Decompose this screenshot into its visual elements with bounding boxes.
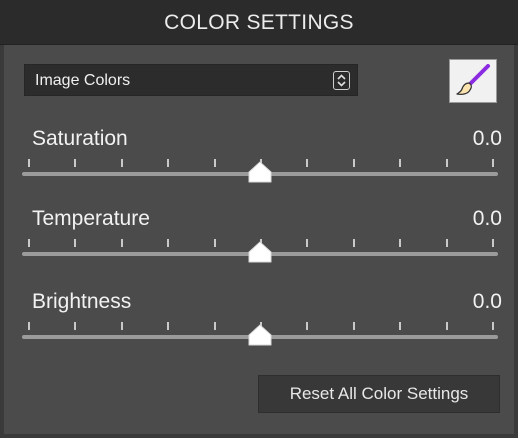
slider-tick [446, 159, 448, 167]
slider-tick [399, 239, 401, 247]
brightness-value: 0.0 [472, 290, 502, 313]
slider-tick [353, 322, 355, 330]
slider-tick [28, 322, 30, 330]
saturation-value: 0.0 [472, 127, 502, 150]
slider-tick [28, 239, 30, 247]
slider-tick [446, 239, 448, 247]
slider-tick [214, 159, 216, 167]
brightness-slider-row: Brightness 0.0 [4, 290, 514, 356]
slider-tick [353, 159, 355, 167]
slider-tick [353, 239, 355, 247]
slider-tick [399, 159, 401, 167]
slider-tick [306, 322, 308, 330]
brightness-slider-thumb[interactable] [247, 324, 273, 346]
saturation-label: Saturation [32, 127, 128, 150]
brush-icon [456, 64, 490, 96]
up-down-chevron-icon [333, 71, 350, 90]
panel-title: COLOR SETTINGS [0, 0, 518, 45]
slider-tick [214, 322, 216, 330]
slider-tick [399, 322, 401, 330]
slider-tick [492, 159, 494, 167]
slider-tick [74, 239, 76, 247]
temperature-value: 0.0 [472, 207, 502, 230]
brightness-label: Brightness [32, 290, 132, 313]
slider-tick [121, 239, 123, 247]
slider-tick [74, 159, 76, 167]
slider-tick [28, 159, 30, 167]
temperature-slider-thumb[interactable] [247, 241, 273, 263]
slider-tick [492, 239, 494, 247]
color-picker-button[interactable] [449, 59, 497, 103]
saturation-slider-thumb[interactable] [247, 161, 273, 183]
slider-tick [121, 322, 123, 330]
slider-tick [492, 322, 494, 330]
slider-tick [306, 239, 308, 247]
slider-tick [214, 239, 216, 247]
saturation-slider-row: Saturation 0.0 [4, 127, 514, 193]
temperature-label: Temperature [32, 207, 150, 230]
slider-tick [121, 159, 123, 167]
slider-tick [306, 159, 308, 167]
slider-tick [446, 322, 448, 330]
image-colors-select[interactable]: Image Colors [24, 64, 358, 96]
slider-tick [74, 322, 76, 330]
temperature-slider-row: Temperature 0.0 [4, 207, 514, 273]
slider-tick [167, 159, 169, 167]
slider-tick [167, 239, 169, 247]
color-settings-panel: COLOR SETTINGS Image Colors Saturation 0… [0, 0, 518, 438]
select-value: Image Colors [35, 72, 131, 89]
slider-tick [167, 322, 169, 330]
reset-all-color-settings-button[interactable]: Reset All Color Settings [258, 375, 500, 413]
